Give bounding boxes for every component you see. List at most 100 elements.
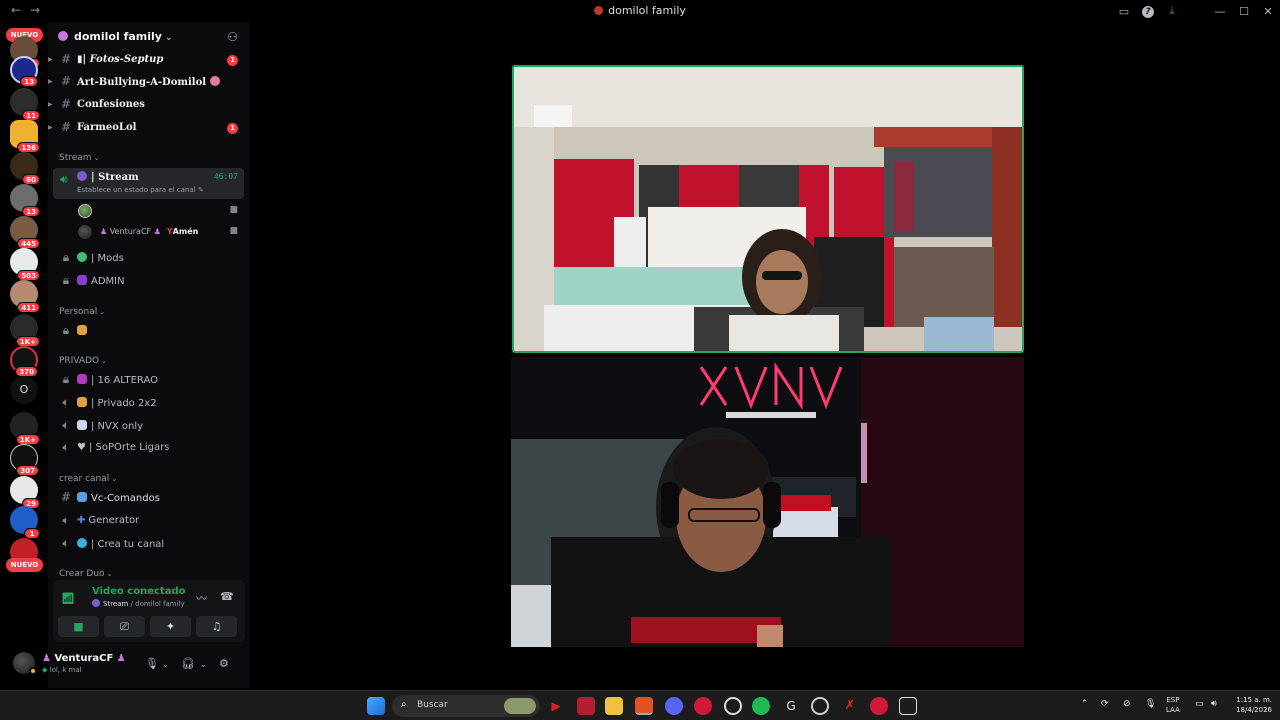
channel-mods[interactable]: 🔒︎ | Mods [48,249,244,269]
voice-channel-stream[interactable]: 🔊︎ | Stream 46:07 Establece un estado pa… [53,168,244,199]
noise-suppression-icon[interactable]: 〰 [196,590,207,606]
channel-soporte-ligars[interactable]: 🔈︎ ♥ | SoPOrte Ligars [48,439,244,459]
server-icon[interactable]: 136 [10,120,40,153]
discord-icon[interactable] [665,697,683,715]
category-personal[interactable]: Personal ⌄ [59,307,105,317]
devil-icon [77,374,87,384]
channel-name: | Privado 2x2 [91,398,157,409]
server-icon[interactable]: 1K+ [10,412,40,445]
unread-badge: 307 [16,465,39,476]
wifi-off-icon[interactable]: ⊘ [1123,699,1131,709]
gear-icon[interactable]: ⚙ [219,657,229,670]
language-indicator[interactable]: ESP LAA [1166,695,1180,715]
custom-status-icon: ◆ [42,666,48,674]
server-icon[interactable]: 13 [10,56,38,87]
file-explorer-icon[interactable] [605,697,623,715]
video-tile[interactable] [511,357,1024,647]
category-privado[interactable]: PRIVADO ⌄ [59,356,107,366]
channel-status[interactable]: Establece un estado para el canal ✎ [77,186,204,194]
app-icon[interactable]: ✗ [841,697,859,715]
channel-fotos-septup[interactable]: ▶ # ▮| Fotos-Septup 1 [48,51,244,71]
sync-icon[interactable]: ⟳ [1101,699,1109,709]
minimize-icon[interactable]: — [1208,5,1232,18]
chevron-down-icon[interactable]: ⌄ [162,660,169,669]
channel-personal[interactable]: 🔒︎ [48,322,244,342]
channel-crea-tu-canal[interactable]: 🔈︎ | Crea tu canal [48,535,244,555]
text-channel-icon: # [60,97,72,111]
clock-date: 18/4/2026 [1236,706,1272,714]
voice-user[interactable]: ■ [78,202,244,220]
chevron-down-icon[interactable]: ⌄ [200,660,207,669]
opera-icon[interactable] [694,697,712,715]
channel-vc-comandos[interactable]: # Vc-Comandos [48,489,244,509]
server-icon[interactable]: 11 [10,88,40,121]
server-icon[interactable]: 1K+ [10,314,40,347]
app-icon[interactable]: G [782,697,800,715]
channel-nvx-only[interactable]: 🔈︎ | NVX only [48,417,244,437]
signal-icon[interactable]: 📶︎ [61,592,75,605]
server-icon[interactable]: 307 [10,444,39,476]
voice-status-label[interactable]: Video conectado [92,586,185,597]
server-icon[interactable]: 445 [10,216,40,249]
screen-share-button[interactable]: ⎚ [104,616,145,637]
youtube-icon[interactable]: ▶ [547,697,565,715]
category-crear-canal[interactable]: crear canal ⌄ [59,474,117,484]
soundboard-button[interactable]: ♫ [196,616,237,637]
category-stream[interactable]: Stream ⌄ [59,153,99,163]
windows-start-icon[interactable] [367,697,385,715]
app-icon[interactable] [870,697,888,715]
display-icon[interactable]: ▭ [1195,699,1204,709]
channel-name: Confesiones [77,99,145,110]
inbox-icon[interactable]: ▭ [1112,5,1136,18]
maximize-icon[interactable]: ☐ [1232,5,1256,18]
channel-generator[interactable]: 🔈︎ ✚ Generator [48,512,244,532]
help-icon[interactable]: ? [1136,4,1160,18]
voice-user[interactable]: ♟ VenturaCF ♟ YAmén ■ [78,223,244,241]
voice-channel-info[interactable]: Stream / domilol family [92,599,185,608]
lock-icon: 🔒︎ [62,323,70,337]
channel-art-bullying[interactable]: ▶ # Art-Bullying-A-Domilol [48,73,244,93]
microphone-icon[interactable]: 🎙︎ [145,657,159,670]
server-icon[interactable]: 411 [10,280,40,313]
app-icon[interactable] [577,697,595,715]
app-icon[interactable] [811,697,829,715]
heart-icon: ♥ [77,442,86,453]
camera-button[interactable]: ■ [58,616,99,637]
server-icon[interactable]: 1 [10,506,40,539]
channel-name: Generator [88,515,140,526]
close-icon[interactable]: ✕ [1256,5,1280,18]
video-feed [511,357,1024,647]
chevron-up-icon[interactable]: ⌃ [1081,699,1089,709]
invite-people-icon[interactable]: ⚇ [227,30,238,44]
spotify-icon[interactable] [752,697,770,715]
brave-icon[interactable] [635,697,653,715]
activities-button[interactable]: ✦ [150,616,191,637]
volume-icon[interactable]: 🔊︎ [1211,699,1217,709]
channel-privado-2x2[interactable]: 🔈︎ | Privado 2x2 [48,394,244,414]
microphone-icon[interactable]: 🎙︎ [1145,699,1156,709]
disconnect-icon[interactable]: ☎ [220,590,234,603]
channel-confesiones[interactable]: ▶ # Confesiones [48,96,244,116]
channel-16-alterao[interactable]: 🔒︎ | 16 ALTERAO [48,371,244,391]
headphones-icon[interactable]: 🎧︎ [181,657,195,670]
server-icon[interactable]: 29 [10,476,40,509]
brain-icon [209,76,220,86]
search-box[interactable]: ⌕ Buscar [392,695,540,717]
channel-admin[interactable]: 🔒︎ ADMIN [48,272,244,292]
server-header[interactable]: domilol family ⌄ ⚇ [58,30,248,48]
server-icon[interactable]: 370 [10,346,38,377]
category-crear-duo[interactable]: Crear Duo ⌄ [59,569,112,579]
video-tile[interactable] [512,65,1024,353]
server-icon[interactable]: 13 [10,184,40,217]
server-icon[interactable]: 60 [10,152,40,185]
search-icon: ⌕ [401,699,407,710]
epic-games-icon[interactable] [899,697,917,715]
steam-icon[interactable] [724,697,742,715]
clock[interactable]: 1:15 a. m. 18/4/2026 [1228,695,1272,715]
server-icon[interactable]: 503 [10,248,40,281]
download-icon[interactable]: ⤓ [1160,4,1184,18]
channel-farmeolol[interactable]: ▶ # FarmeoLol 1 [48,119,244,139]
muscle-icon [77,275,87,285]
server-icon[interactable]: O [10,376,38,404]
user-name[interactable]: VenturaCF [54,653,113,664]
